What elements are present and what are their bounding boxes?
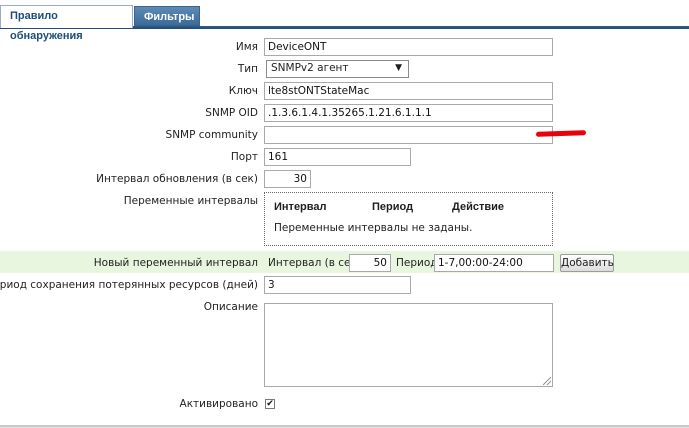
key-field[interactable]: lte8stONTStateMac <box>264 82 553 100</box>
name-field[interactable]: DeviceONT <box>264 38 553 56</box>
new-interval-period-field[interactable]: 1-7,00:00-24:00 <box>434 254 554 272</box>
description-textarea[interactable] <box>264 303 553 387</box>
tab-bar: Правило обнаружения Фильтры <box>0 0 689 42</box>
flex-intervals-table: Интервал Период Действие Переменные инте… <box>264 192 553 246</box>
new-flex-interval-label: Новый переменный интервал <box>93 257 258 269</box>
lifetime-label: Период сохранения потерянных ресурсов (д… <box>0 279 258 291</box>
column-header-action: Действие <box>452 201 504 213</box>
column-header-period: Период <box>372 201 414 213</box>
enabled-checkbox[interactable]: ✔ <box>265 399 275 409</box>
new-interval-seconds-label: Интервал (в сек) <box>268 257 361 269</box>
snmp-oid-label: SNMP OID <box>205 107 258 119</box>
port-label: Порт <box>230 151 258 163</box>
add-interval-button[interactable]: Добавить <box>560 254 614 272</box>
update-interval-label: Интервал обновления (в сек) <box>96 173 258 185</box>
type-label: Тип <box>237 63 258 75</box>
description-label: Описание <box>203 301 258 313</box>
new-interval-seconds-field[interactable]: 50 <box>349 254 391 272</box>
snmp-oid-field[interactable]: .1.3.6.1.4.1.35265.1.21.6.1.1.1 <box>264 104 553 122</box>
lifetime-field[interactable]: 3 <box>264 276 411 294</box>
resize-grip-icon[interactable] <box>543 377 551 385</box>
form-panel: Имя DeviceONT Тип SNMPv2 агент ▼ Ключ lt… <box>0 29 689 428</box>
update-interval-field[interactable]: 30 <box>264 170 311 188</box>
redaction-mark <box>535 130 587 137</box>
flex-intervals-empty-text: Переменные интервалы не заданы. <box>274 222 473 234</box>
dropdown-arrow-icon: ▼ <box>395 63 402 73</box>
new-interval-period-label: Период <box>396 257 438 269</box>
tab-filters[interactable]: Фильтры <box>134 6 200 26</box>
port-field[interactable]: 161 <box>264 148 411 166</box>
enabled-label: Активировано <box>179 398 258 410</box>
flex-intervals-label: Переменные интервалы <box>123 195 258 207</box>
tab-discovery-rule[interactable]: Правило обнаружения <box>0 5 133 42</box>
name-label: Имя <box>235 41 258 53</box>
column-header-interval: Интервал <box>274 201 327 213</box>
snmp-community-field[interactable] <box>264 126 587 144</box>
checkmark-icon: ✔ <box>266 399 274 409</box>
type-select[interactable]: SNMPv2 агент ▼ <box>266 60 409 78</box>
key-label: Ключ <box>228 85 258 97</box>
type-select-value: SNMPv2 агент <box>271 62 349 74</box>
snmp-community-label: SNMP community <box>165 129 258 141</box>
